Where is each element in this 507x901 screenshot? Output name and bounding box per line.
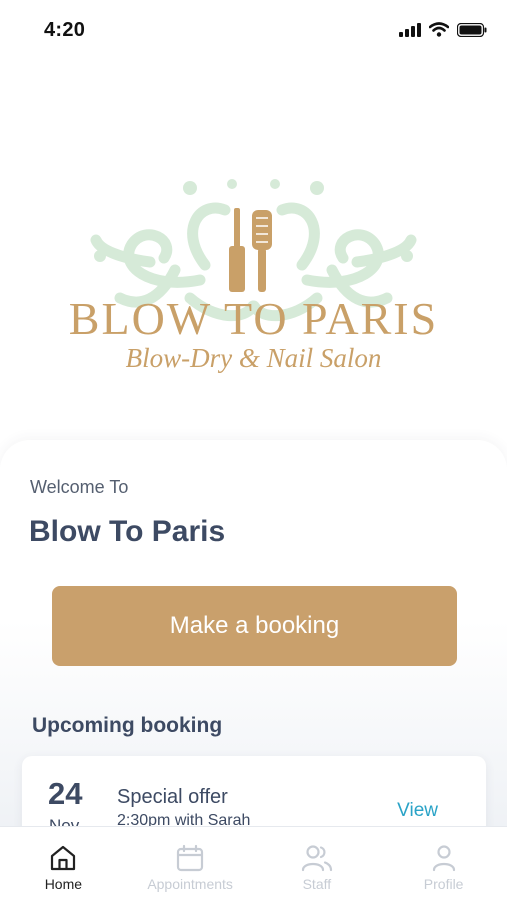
tab-home[interactable]: Home bbox=[0, 827, 127, 901]
booking-title: Special offer bbox=[117, 786, 228, 808]
view-booking-link[interactable]: View bbox=[397, 800, 438, 822]
brand-subtitle: Blow-Dry & Nail Salon bbox=[125, 343, 382, 373]
brand-name: BLOW TO PARIS bbox=[68, 293, 439, 344]
tab-appointments-label: Appointments bbox=[147, 876, 233, 892]
home-icon bbox=[51, 845, 76, 871]
tab-profile-label: Profile bbox=[423, 876, 464, 892]
upcoming-booking-title: Upcoming booking bbox=[32, 714, 223, 737]
tab-home-label: Home bbox=[44, 876, 83, 892]
wifi-icon bbox=[429, 22, 449, 37]
tab-staff-label: Staff bbox=[302, 876, 332, 892]
tab-bar: Home Appointments Staff Profile bbox=[0, 826, 507, 901]
tab-appointments[interactable]: Appointments bbox=[127, 827, 254, 901]
hair-brush-icon bbox=[252, 210, 272, 292]
tab-staff[interactable]: Staff bbox=[254, 827, 381, 901]
status-icons bbox=[399, 22, 487, 37]
make-booking-button[interactable]: Make a booking bbox=[52, 586, 457, 666]
nail-polish-icon bbox=[229, 208, 245, 292]
calendar-icon bbox=[177, 844, 204, 872]
battery-icon bbox=[457, 22, 487, 37]
booking-day: 24 bbox=[48, 776, 83, 811]
welcome-title: Blow To Paris bbox=[29, 515, 226, 548]
users-icon bbox=[301, 845, 332, 872]
status-time: 4:20 bbox=[44, 19, 86, 41]
user-icon bbox=[432, 845, 455, 872]
status-bar: 4:20 bbox=[0, 0, 507, 60]
cellular-signal-icon bbox=[399, 22, 421, 37]
welcome-label: Welcome To bbox=[30, 477, 129, 497]
tab-profile[interactable]: Profile bbox=[380, 827, 507, 901]
